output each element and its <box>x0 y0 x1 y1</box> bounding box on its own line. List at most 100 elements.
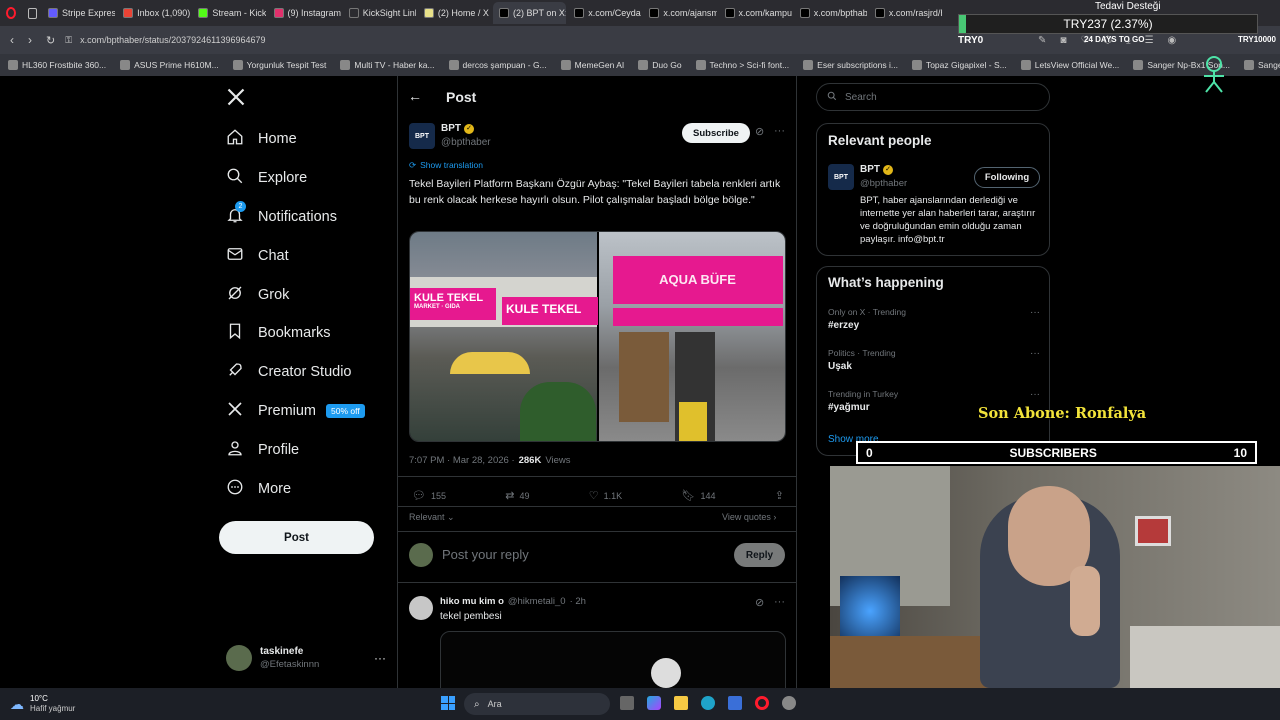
browser-tab[interactable]: x.com/ajansmuh <box>643 2 717 24</box>
trend-item[interactable]: Only on X · Trending #erzey ··· <box>828 307 1040 331</box>
author-handle[interactable]: @bpthaber <box>441 137 491 148</box>
profile-icon[interactable]: ◉ <box>1168 35 1177 46</box>
grok-explain-icon[interactable]: ⊘ <box>755 125 764 138</box>
reply-action[interactable]: 💬︎ 155 <box>412 489 446 502</box>
browser-tab[interactable]: (9) Instagram <box>268 2 341 24</box>
nav-premium[interactable]: Premium 50% off <box>226 400 365 422</box>
subscribe-button[interactable]: Subscribe <box>682 123 750 143</box>
camera-icon[interactable]: ◙ <box>1060 35 1066 46</box>
trend-more-icon[interactable]: ··· <box>1030 348 1040 359</box>
browser-tab[interactable]: Stream - Kick Da <box>192 2 266 24</box>
forward-icon[interactable]: › <box>28 33 32 47</box>
bookmark-item[interactable]: Sanger NP-BX1 Sa... <box>1244 60 1280 70</box>
reply-button[interactable]: Reply <box>734 543 785 567</box>
author-avatar[interactable]: BPT <box>409 123 435 149</box>
trend-item[interactable]: Politics · Trending Uşak ··· <box>828 348 1040 372</box>
reply-grok-icon[interactable]: ⊘ <box>755 596 764 609</box>
reply-author-name[interactable]: hiko mu kim o <box>440 596 504 607</box>
search-field[interactable]: Search <box>816 83 1050 111</box>
bookmark-item[interactable]: Techno > Sci-fi font... <box>695 60 789 70</box>
bookmark-item[interactable]: Duo Go <box>638 60 682 70</box>
browser-tab[interactable]: Stripe Express <box>42 2 115 24</box>
nav-more[interactable]: More <box>226 478 291 500</box>
back-arrow-icon[interactable]: ← <box>408 88 422 104</box>
trend-context: Only on X · Trending <box>828 307 906 317</box>
post-compose-button[interactable]: Post <box>219 521 374 554</box>
weather-widget[interactable]: ☁ 10°C Hafif yağmur <box>10 694 75 714</box>
author-name[interactable]: BPT <box>441 123 461 134</box>
edge-icon[interactable] <box>701 696 715 710</box>
trend-more-icon[interactable]: ··· <box>1030 307 1040 318</box>
file-explorer-icon[interactable] <box>674 696 688 710</box>
bookmark-item[interactable]: Multi TV - Haber ka... <box>340 60 435 70</box>
reply-input[interactable]: Post your reply <box>442 547 529 562</box>
obs-icon[interactable] <box>782 696 796 710</box>
nav-profile[interactable]: Profile <box>226 439 299 461</box>
browser-tab[interactable]: KickSight Link D <box>343 2 416 24</box>
reply-time[interactable]: · 2h <box>570 596 586 607</box>
view-quotes-link[interactable]: View quotes › <box>722 512 776 522</box>
media-image-left[interactable]: KULE TEKEL MARKET · GIDA KULE TEKEL <box>410 232 598 441</box>
opera-taskbar-icon[interactable] <box>755 696 769 710</box>
bookmark-item[interactable]: ASUS Prime H610M... <box>120 60 219 70</box>
browser-tab[interactable]: Inbox (1,090) - k <box>117 2 190 24</box>
browser-tab[interactable]: x.com/kampush <box>719 2 792 24</box>
repost-action[interactable]: ⇄ 49 <box>505 489 529 502</box>
person-handle[interactable]: @bpthaber <box>860 178 907 189</box>
reader-icon[interactable]: ☰ <box>1145 35 1154 46</box>
person-name[interactable]: BPT <box>860 164 880 175</box>
task-view-icon[interactable] <box>620 696 634 710</box>
more-options-icon[interactable]: ··· <box>774 125 785 137</box>
bookmark-item[interactable]: Topaz Gigapixel - S... <box>911 60 1007 70</box>
following-button[interactable]: Following <box>974 167 1040 188</box>
bookmark-item[interactable]: MemeGen AI <box>560 60 624 70</box>
share-action[interactable]: ⇪ <box>775 489 784 502</box>
trend-more-icon[interactable]: ··· <box>1030 389 1040 400</box>
back-icon[interactable]: ‹ <box>10 33 14 47</box>
like-action[interactable]: ♡ 1.1K <box>589 489 622 502</box>
nav-grok[interactable]: Grok <box>226 284 289 306</box>
store-icon[interactable] <box>728 696 742 710</box>
post-timestamp[interactable]: 7:07 PM · Mar 28, 2026 · <box>409 455 515 466</box>
reload-icon[interactable]: ↻ <box>46 34 55 47</box>
reply-author-handle[interactable]: @hikmetali_0 <box>508 596 566 607</box>
opera-logo-icon[interactable] <box>0 2 22 24</box>
show-translation-link[interactable]: ⟳ Show translation <box>409 160 483 171</box>
reply-more-icon[interactable]: ··· <box>774 596 785 608</box>
nav-notifications[interactable]: 2 Notifications <box>226 201 337 228</box>
bell-icon: 2 <box>226 201 246 228</box>
sort-relevant-dropdown[interactable]: Relevant ⌄ <box>409 512 455 523</box>
account-more-icon[interactable]: ··· <box>374 651 386 665</box>
bookmark-item[interactable]: LetsView Official We... <box>1020 60 1119 70</box>
nav-bookmarks[interactable]: Bookmarks <box>226 322 331 344</box>
bookmark-action[interactable]: 🔖︎ 144 <box>681 489 715 502</box>
browser-tab[interactable]: (2) BPT on X: "Tekel Bayile <box>493 2 567 24</box>
nav-creator-studio[interactable]: Creator Studio <box>226 361 352 383</box>
copilot-icon[interactable] <box>647 696 661 710</box>
nav-home[interactable]: Home <box>226 128 297 150</box>
reply-author-avatar[interactable] <box>409 596 433 620</box>
x-logo-icon[interactable] <box>226 87 246 112</box>
edit-icon[interactable]: ✎ <box>1038 35 1046 46</box>
account-switcher[interactable]: taskinefe @Efetaskinnn ··· <box>226 643 386 673</box>
nav-chat[interactable]: Chat <box>226 245 289 267</box>
bookmark-item[interactable]: dercos şampuan - G... <box>448 60 547 70</box>
sidebar-toggle-icon[interactable] <box>22 7 42 19</box>
post-media[interactable]: KULE TEKEL MARKET · GIDA KULE TEKEL AQUA … <box>409 231 786 442</box>
bookmark-item[interactable]: Yorgunluk Tespit Test <box>232 60 326 70</box>
start-menu-icon[interactable] <box>441 696 455 710</box>
taskbar-search[interactable]: ⌕ Ara <box>464 693 610 715</box>
browser-tab[interactable]: x.com/CeydaKur <box>568 2 641 24</box>
person-avatar[interactable]: BPT <box>828 164 854 190</box>
browser-tab[interactable]: x.com/bpthaber <box>794 2 867 24</box>
nav-explore[interactable]: Explore <box>226 167 307 189</box>
bookmark-item[interactable]: Eser subscriptions i... <box>803 60 898 70</box>
site-info-icon[interactable]: ⚿ <box>65 35 72 46</box>
bookmark-item[interactable]: HL360 Frostbite 360... <box>8 60 106 70</box>
browser-tab[interactable]: (2) Home / X <box>418 2 491 24</box>
browser-tab[interactable]: x.com/rasjrd/ho <box>869 2 942 24</box>
reply-media[interactable] <box>440 631 786 691</box>
url-field[interactable]: x.com/bpthaber/status/203792461139696467… <box>80 35 265 45</box>
bookmark-favicon-icon <box>232 60 243 70</box>
media-image-right[interactable]: AQUA BÜFE <box>598 232 785 441</box>
